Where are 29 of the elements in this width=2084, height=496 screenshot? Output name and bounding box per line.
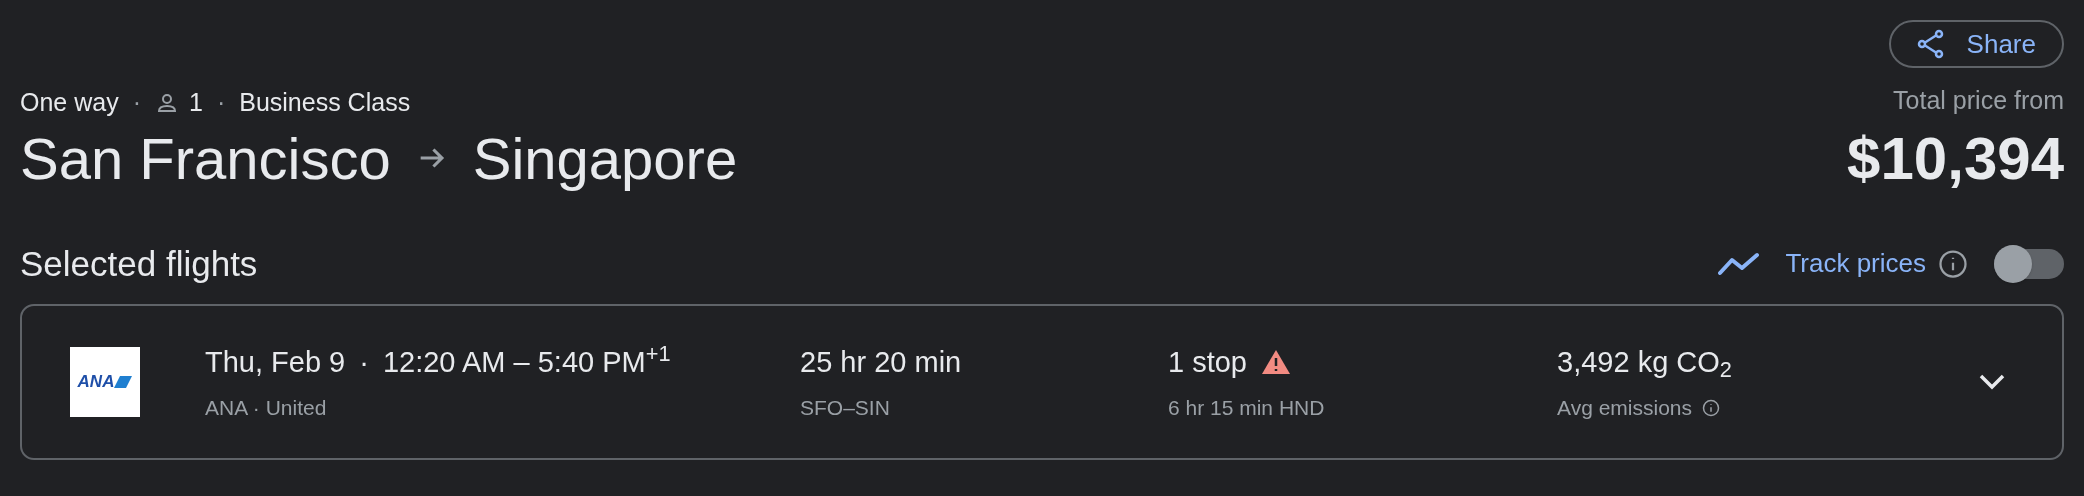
info-icon	[1702, 398, 1720, 417]
flight-card[interactable]: ANA Thu, Feb 9 · 12:20 AM – 5:40 PM$^{+1}$ ANA · United 25 hr 20 min SFO–SIN 1 stop 6 hr 15 min HND 3,492 kg CO$_{2}$ Avg emissions	[20, 304, 2064, 460]
emissions-amount: 3,492 kg CO$_{2}$	[1557, 344, 1733, 384]
airline-names: ANA · United	[205, 395, 328, 421]
airline-logo: ANA	[70, 347, 140, 417]
flight-date: Thu, Feb 9	[205, 344, 346, 380]
total-price: $10,394	[1847, 123, 2064, 194]
trip-type: One way	[20, 87, 119, 118]
separator-dot: ·	[359, 344, 369, 380]
price-label: Total price from	[1893, 85, 2064, 116]
flight-times: 12:20 AM – 5:40 PM$^{+1}$	[382, 340, 671, 380]
stop-count: 1 stop	[1168, 344, 1247, 380]
trend-line-icon	[1717, 250, 1762, 277]
destination-city: Singapore	[472, 124, 738, 193]
info-icon	[1938, 248, 1968, 279]
chevron-icon[interactable]	[1977, 372, 2007, 392]
passenger-count: 1	[189, 87, 203, 118]
flight-duration: 25 hr 20 min	[800, 344, 963, 380]
origin-city: San Francisco	[20, 124, 391, 193]
separator-dot: ·	[216, 87, 226, 118]
section-title: Selected flights	[20, 242, 258, 285]
airport-codes: SFO–SIN	[800, 395, 891, 421]
track-prices-link[interactable]: Track prices	[1785, 244, 1926, 284]
share-button[interactable]: Share	[1888, 20, 2064, 68]
emissions-label: Avg emissions	[1557, 395, 1692, 421]
layover-info: 6 hr 15 min HND	[1168, 395, 1326, 421]
share-icon	[1916, 29, 1945, 59]
separator-dot: ·	[132, 87, 141, 118]
cabin-class: Business Class	[239, 87, 411, 118]
